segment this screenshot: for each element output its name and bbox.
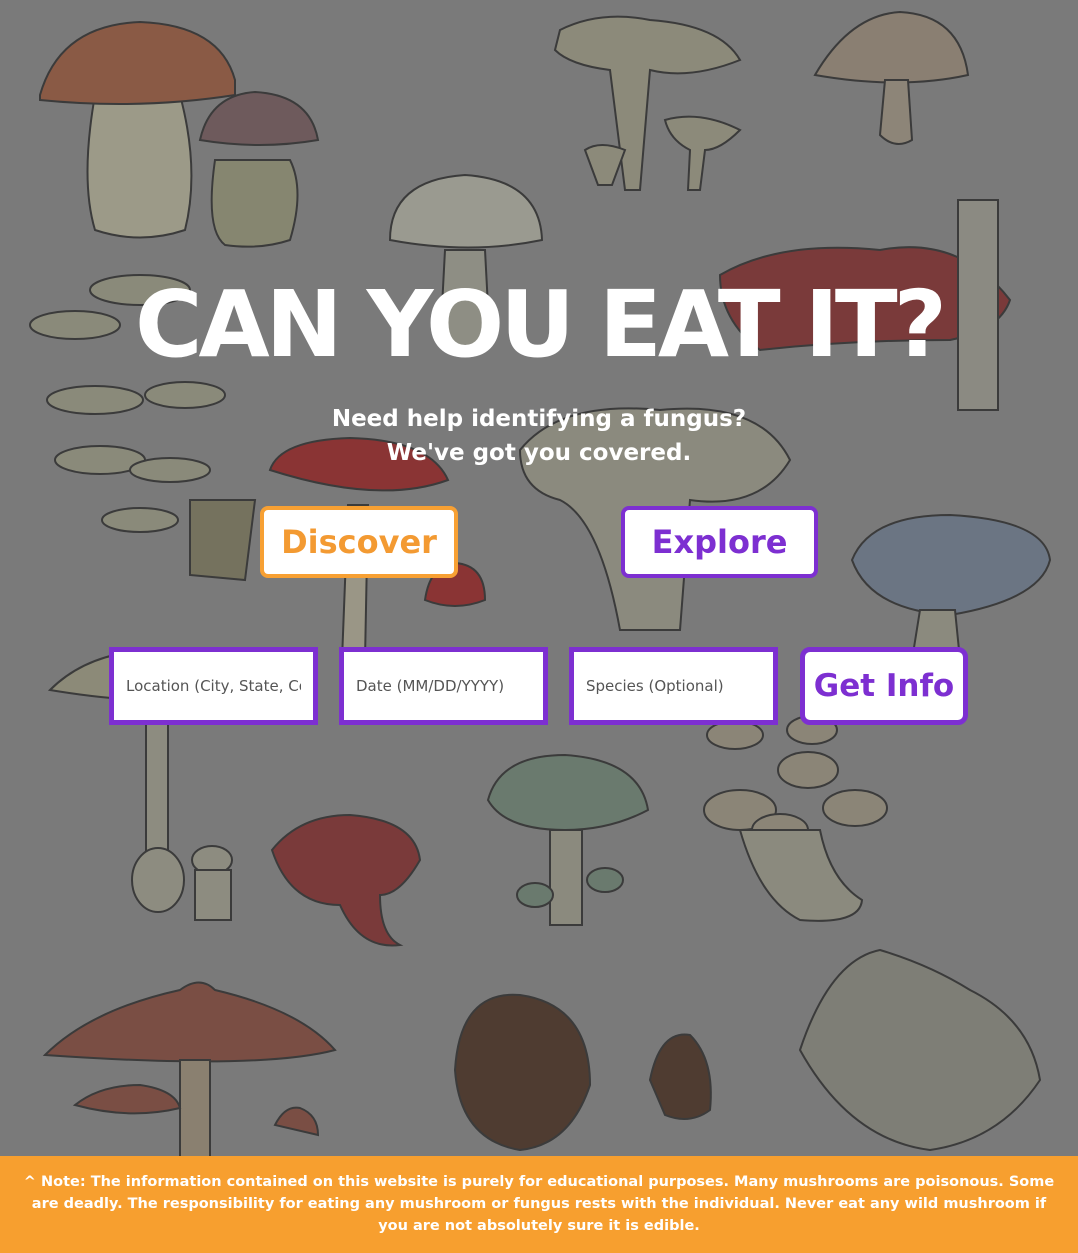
location-input[interactable] bbox=[109, 647, 318, 725]
date-input[interactable] bbox=[339, 647, 548, 725]
get-info-button[interactable]: Get Info bbox=[800, 647, 968, 725]
species-input[interactable] bbox=[569, 647, 778, 725]
disclaimer-text: ^ Note: The information contained on thi… bbox=[23, 1174, 1055, 1234]
subtitle-line-2: We've got you covered. bbox=[386, 440, 692, 466]
explore-button[interactable]: Explore bbox=[621, 506, 818, 578]
discover-button[interactable]: Discover bbox=[260, 506, 458, 578]
disclaimer-footer: ^ Note: The information contained on thi… bbox=[0, 1156, 1078, 1253]
mushroom-illustration-background bbox=[29, 10, 1052, 1161]
page-title: CAN YOU EAT IT? bbox=[134, 271, 947, 378]
hero-subtitle: Need help identifying a fungus? We've go… bbox=[0, 402, 1078, 470]
hero-section: CAN YOU EAT IT? bbox=[0, 270, 1078, 380]
subtitle-line-1: Need help identifying a fungus? bbox=[331, 406, 747, 432]
